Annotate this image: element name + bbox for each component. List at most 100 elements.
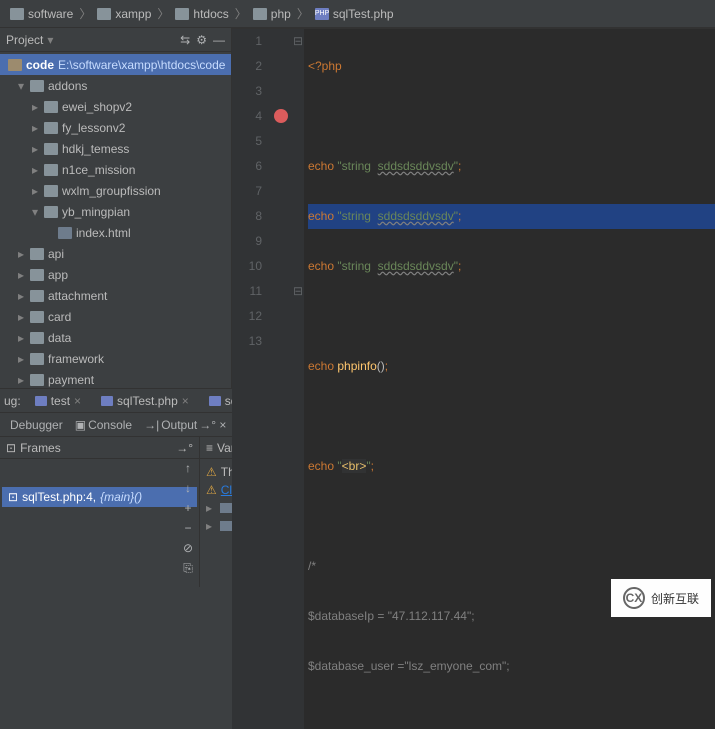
breakpoint-icon[interactable] [274,109,288,123]
folder-icon [44,164,58,176]
logo-icon: CX [623,587,645,609]
tree-item-label: yb_mingpian [62,205,130,219]
tree-item[interactable]: ▸ wxlm_groupfission [0,180,231,201]
folder-icon [30,248,44,260]
tree-item[interactable]: ▸framework [0,348,231,369]
up-icon[interactable]: ↑ [179,461,197,479]
tree-item[interactable]: ▸ payment [0,369,231,388]
tree-item[interactable]: ▾addons [0,75,231,96]
frames-icon: ⊡ [6,441,16,455]
folder-icon [30,290,44,302]
line-gutter: 1234 5678 910111213 [232,29,270,729]
tree-arrow-icon[interactable]: ▸ [30,100,40,114]
minus-icon[interactable]: − [179,521,197,539]
console-icon: ▣ [75,418,86,432]
gear-icon[interactable]: ⚙ [196,33,207,47]
tree-item-label: data [48,331,71,345]
tree-arrow-icon[interactable]: ▸ [16,352,26,366]
tree-arrow-icon[interactable]: ▸ [30,163,40,177]
php-file-icon [209,396,221,406]
fold-gutter[interactable]: ⊟ ⊟ [292,29,304,729]
crumb-item[interactable]: htdocs [171,5,232,23]
tree-item[interactable]: ▸ n1ce_mission [0,159,231,180]
debug-tab[interactable]: test× [29,394,87,408]
crumb-item[interactable]: software [6,5,77,23]
tree-item[interactable]: ▾ yb_mingpian [0,201,231,222]
tree-item[interactable]: ▸ attachment [0,285,231,306]
hide-icon[interactable]: — [213,33,225,47]
output-tab[interactable]: →|Output →° × [140,418,230,432]
tree-item-label: n1ce_mission [62,163,135,177]
editor-body[interactable]: 1234 5678 910111213 ⊟ ⊟ <?php echo "stri… [232,29,715,729]
file-icon [58,227,72,239]
tree-item[interactable]: ▸ data [0,327,231,348]
tree-arrow-icon[interactable]: ▸ [16,268,26,282]
crumb-item[interactable]: PHPsqlTest.php [311,5,398,23]
tree-arrow-icon[interactable]: ▸ [16,373,26,387]
plus-icon[interactable]: + [179,501,197,519]
breadcrumb: software〉 xampp〉 htdocs〉 php〉 PHPsqlTest… [0,0,715,28]
mute-icon[interactable]: ⊘ [179,541,197,559]
debugger-tab[interactable]: Debugger [6,418,67,432]
tree-item[interactable]: index.html [0,222,231,243]
tree-arrow-icon[interactable]: ▾ [30,205,40,219]
folder-icon [44,143,58,155]
folder-icon [30,353,44,365]
tree-item[interactable]: ▸api [0,243,231,264]
crumb-item[interactable]: php [249,5,295,23]
project-tree[interactable]: code E:\software\xampp\htdocs\code ▾addo… [0,52,231,388]
tree-arrow-icon[interactable]: ▸ [16,310,26,324]
folder-icon [10,8,24,20]
tree-item[interactable]: ▸ewei_shopv2 [0,96,231,117]
collapse-icon[interactable]: ⇆ [180,33,190,47]
copy-icon[interactable]: ⎘ [179,561,197,579]
array-icon [220,503,232,513]
dropdown-icon[interactable]: ▾ [47,33,53,47]
php-file-icon [35,396,47,406]
tree-item-label: attachment [48,289,107,303]
tree-item-label: payment [48,373,94,387]
tree-item-label: wxlm_groupfission [62,184,161,198]
console-tab[interactable]: ▣Console [71,418,136,432]
editor-area: PHPewei_shopv2_api.php×PHPposter.php×PHP… [232,28,715,388]
frames-label: Frames [20,441,61,455]
project-label: Project [6,33,43,47]
tree-item[interactable]: ▸ card [0,306,231,327]
tree-item-label: fy_lessonv2 [62,121,125,135]
tree-arrow-icon[interactable]: ▾ [16,79,26,93]
tree-arrow-icon[interactable]: ▸ [16,289,26,303]
down-icon[interactable]: ↓ [179,481,197,499]
close-icon[interactable]: × [74,394,81,408]
debug-tab[interactable]: sqlTest.php× [95,394,195,408]
warning-icon: ⚠ [206,483,217,497]
expand-icon[interactable]: ▸ [206,519,216,533]
frames-panel: ⊡ Frames →° ↑ ↓ + − ⊘ ⎘ ⊡ sqlTest.php:4, … [0,437,200,587]
watermark: CX 创新互联 [611,579,711,617]
vars-icon: ≡ [206,441,213,455]
tree-root[interactable]: code E:\software\xampp\htdocs\code [0,54,231,75]
folder-icon [44,122,58,134]
close-icon[interactable]: × [182,394,189,408]
code-content[interactable]: <?php echo "string sddsdsddvsdv"; echo "… [304,29,715,729]
php-file-icon [101,396,113,406]
project-panel: Project ▾ ⇆ ⚙ — code E:\software\xampp\h… [0,28,232,388]
tree-item-label: card [48,310,71,324]
frame-icon: ⊡ [8,490,18,504]
tree-arrow-icon[interactable]: ▸ [30,184,40,198]
tree-item[interactable]: ▸ fy_lessonv2 [0,117,231,138]
tree-item[interactable]: ▸ app [0,264,231,285]
tree-item-label: app [48,268,68,282]
tree-arrow-icon[interactable]: ▸ [16,331,26,345]
tree-item-label: hdkj_temess [62,142,129,156]
tree-arrow-icon[interactable]: ▸ [30,142,40,156]
tree-item[interactable]: ▸ hdkj_temess [0,138,231,159]
collapse-icon[interactable]: →° [176,441,193,455]
frame-row[interactable]: ⊡ sqlTest.php:4, {main}() [2,487,197,507]
crumb-item[interactable]: xampp [93,5,155,23]
expand-icon[interactable]: ▸ [206,501,216,515]
tree-arrow-icon[interactable]: ▸ [30,121,40,135]
folder-icon [97,8,111,20]
folder-icon [44,101,58,113]
tree-arrow-icon[interactable]: ▸ [16,247,26,261]
breakpoint-gutter[interactable] [270,29,292,729]
